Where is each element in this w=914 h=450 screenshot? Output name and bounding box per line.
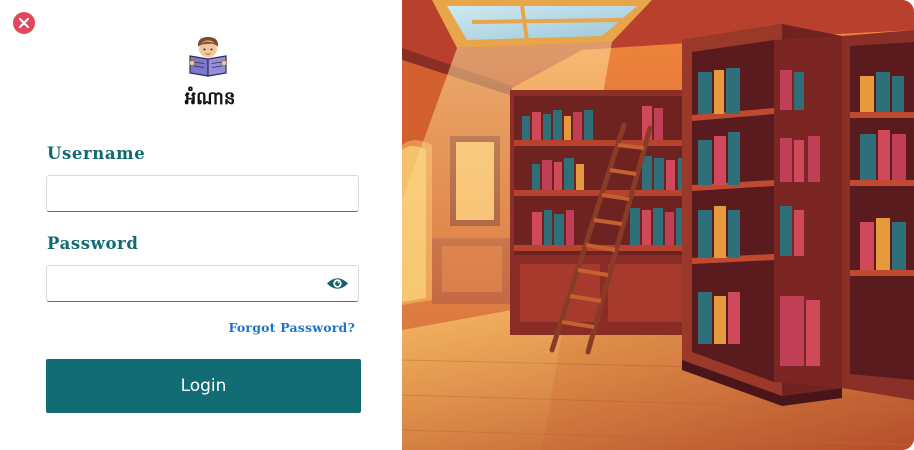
- password-label: Password: [47, 234, 139, 253]
- login-form-panel: អំណាន Username Password Forgot Password?…: [0, 0, 402, 450]
- login-button[interactable]: Login: [46, 359, 361, 413]
- close-button[interactable]: [13, 12, 35, 34]
- close-icon: [18, 17, 30, 29]
- forgot-password-link[interactable]: Forgot Password?: [228, 320, 355, 335]
- password-input[interactable]: [46, 265, 359, 302]
- login-window: អំណាន Username Password Forgot Password?…: [0, 0, 914, 450]
- username-input[interactable]: [46, 175, 359, 212]
- username-label: Username: [47, 144, 146, 163]
- eye-icon[interactable]: [326, 276, 349, 291]
- boy-reading-book-icon: [189, 37, 227, 77]
- library-interior-illustration: [402, 0, 914, 450]
- app-name: អំណាន: [184, 88, 236, 109]
